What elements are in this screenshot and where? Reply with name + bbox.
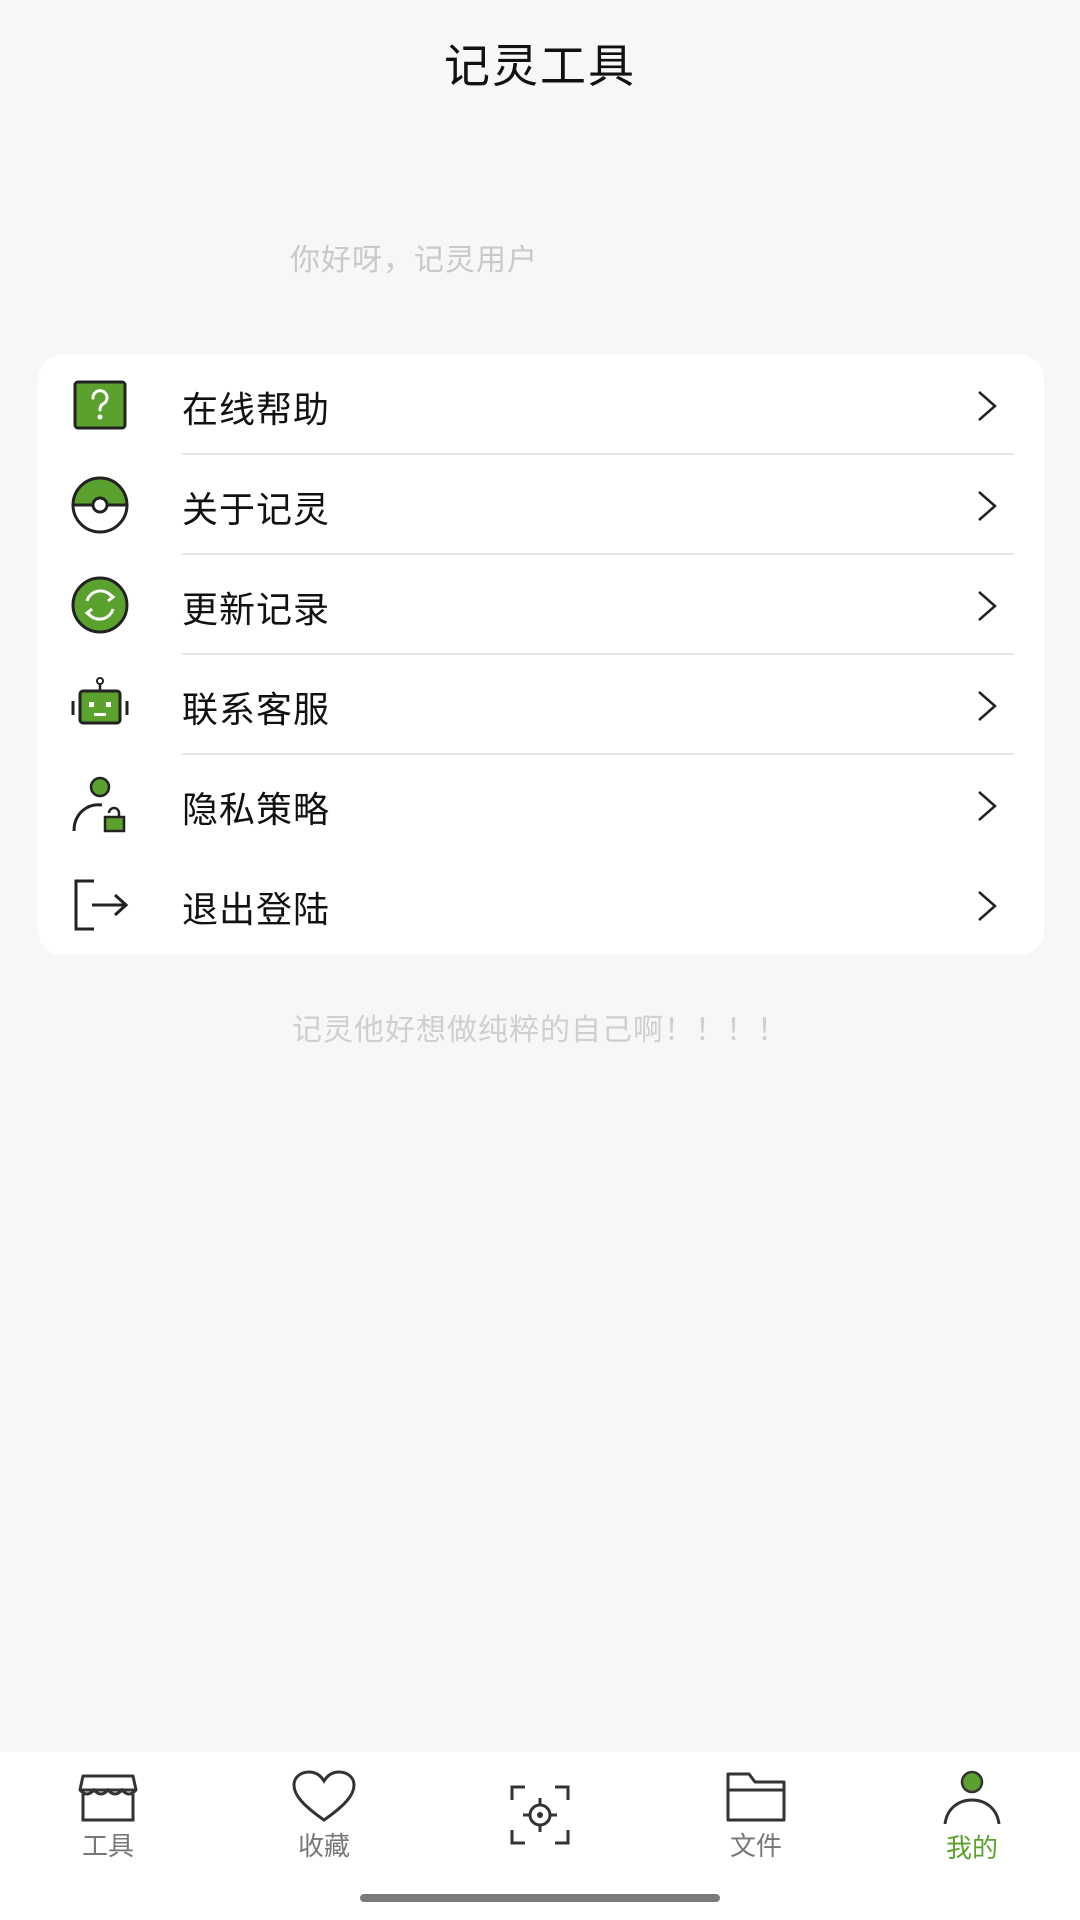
help-icon [73, 380, 127, 430]
menu-item-update-log[interactable]: 更新记录 [38, 555, 1044, 655]
chevron-right-icon [978, 491, 997, 521]
page-title: 记灵工具 [444, 39, 636, 93]
tab-label: 我的 [945, 1834, 998, 1864]
tab-mine[interactable]: 我的 [912, 1770, 1032, 1880]
logout-icon [74, 879, 129, 931]
footer-slogan: 记灵他好想做纯粹的自己啊！！！！ [292, 1013, 788, 1048]
heart-icon [292, 1770, 356, 1822]
pokeball-icon [71, 476, 129, 534]
menu-item-logout[interactable]: 退出登陆 [38, 855, 1044, 955]
menu-item-label: 更新记录 [182, 590, 331, 631]
tab-tools[interactable]: 工具 [48, 1770, 168, 1880]
tab-label: 文件 [729, 1832, 782, 1862]
tab-label: 收藏 [297, 1832, 350, 1862]
tab-favorites[interactable]: 收藏 [264, 1770, 384, 1880]
profile-page: 记灵工具 你好呀，记灵用户 在线帮助 关于记灵 更新记录 联系客服 隐私策略 退… [0, 0, 1080, 1920]
chevron-right-icon [978, 391, 997, 421]
refresh-icon [71, 576, 129, 634]
chevron-right-icon [978, 591, 997, 621]
menu-item-about[interactable]: 关于记灵 [38, 455, 1044, 555]
menu-item-label: 联系客服 [182, 690, 331, 731]
chevron-right-icon [978, 891, 997, 921]
menu-item-privacy[interactable]: 隐私策略 [38, 755, 1044, 855]
store-icon [78, 1774, 138, 1822]
menu-item-help[interactable]: 在线帮助 [38, 355, 1044, 455]
tab-scan[interactable] [480, 1770, 600, 1880]
greeting-text: 你好呀，记灵用户 [290, 243, 538, 278]
menu-item-label: 在线帮助 [182, 390, 331, 431]
folder-icon [726, 1772, 786, 1822]
tab-label: 工具 [81, 1832, 134, 1862]
home-indicator[interactable] [360, 1894, 720, 1902]
menu-item-label: 隐私策略 [182, 790, 331, 831]
robot-icon [71, 677, 129, 725]
menu-card: 在线帮助 关于记灵 更新记录 联系客服 隐私策略 退出登陆 [38, 355, 1044, 955]
scan-icon [510, 1785, 570, 1845]
person-icon [943, 1770, 1001, 1825]
menu-item-label: 关于记灵 [182, 490, 331, 531]
menu-item-label: 退出登陆 [182, 890, 331, 931]
chevron-right-icon [978, 791, 997, 821]
tab-files[interactable]: 文件 [696, 1770, 816, 1880]
menu-item-customer-service[interactable]: 联系客服 [38, 655, 1044, 755]
user-lock-icon [72, 776, 126, 833]
chevron-right-icon [978, 691, 997, 721]
